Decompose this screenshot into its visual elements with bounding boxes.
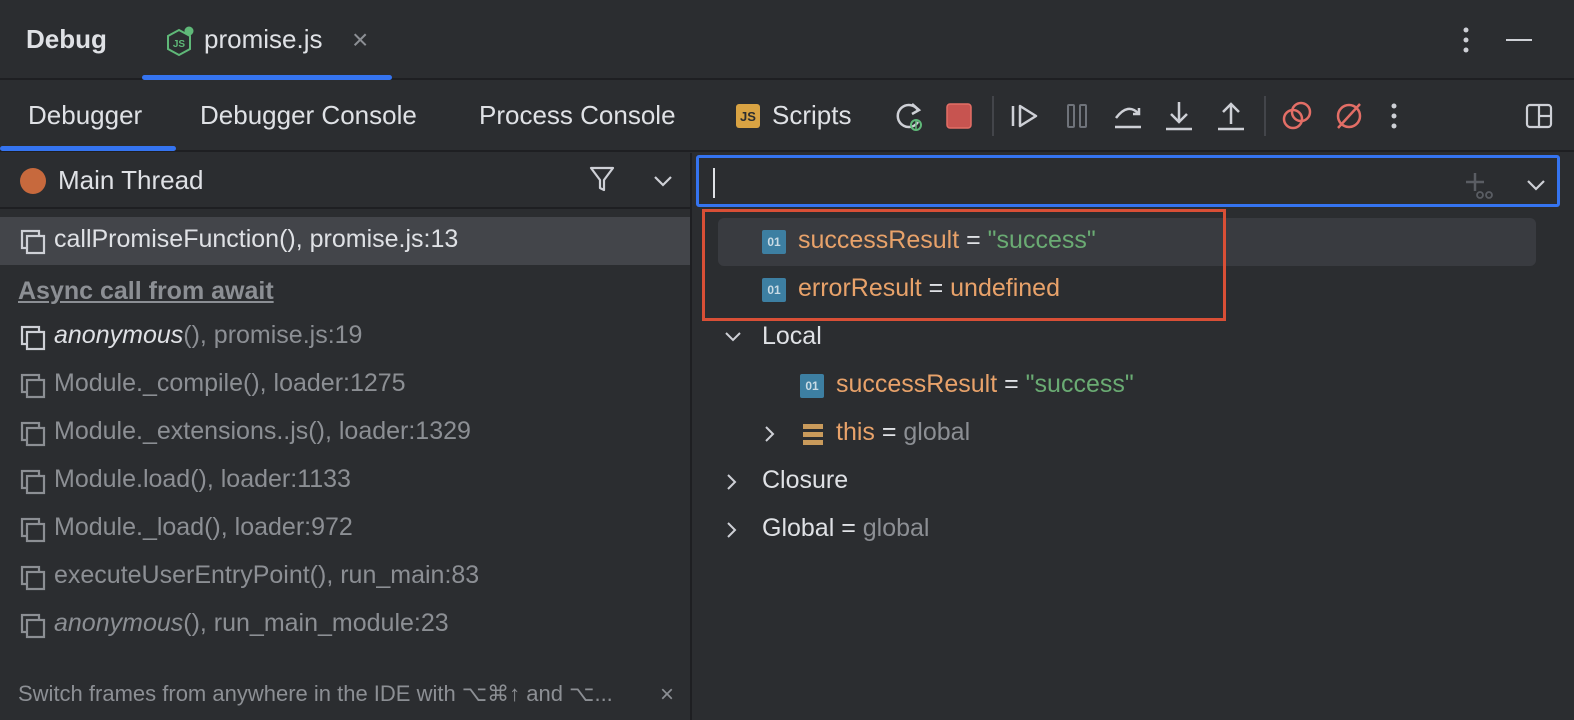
variable-row[interactable]: this = global: [718, 410, 1536, 458]
frame-location: (), promise.js:19: [183, 321, 363, 349]
variable-row[interactable]: 01 successResult = "success": [718, 362, 1536, 410]
frame-function: executeUserEntryPoint(): [54, 561, 327, 589]
object-icon: [803, 424, 823, 445]
tab-debugger[interactable]: Debugger: [28, 100, 142, 131]
frame-function: Module._load(): [54, 513, 221, 541]
stop-icon[interactable]: [942, 98, 976, 134]
frames-hint-text: Switch frames from anywhere in the IDE w…: [18, 681, 613, 706]
text-caret: [713, 168, 715, 198]
frame-icon: [20, 469, 46, 495]
scope-label: Global: [762, 514, 835, 542]
variable-name: successResult: [836, 370, 998, 398]
add-watch-icon[interactable]: [1463, 170, 1493, 200]
frame-function: Module._compile(): [54, 369, 260, 397]
more-options-icon[interactable]: [1456, 22, 1476, 58]
frame-icon: [20, 565, 46, 591]
stack-frame[interactable]: Module._extensions..js(), loader:1329: [0, 409, 690, 457]
resume-icon[interactable]: [1008, 98, 1042, 134]
thread-name: Main Thread: [58, 165, 204, 195]
variable-name: this: [836, 418, 875, 446]
thread-selector[interactable]: Main Thread: [0, 153, 692, 209]
svg-text:JS: JS: [173, 39, 186, 50]
frame-icon: [20, 421, 46, 447]
file-tab-promise-js[interactable]: JS promise.js ×: [142, 0, 392, 80]
equals-sign: =: [997, 370, 1026, 398]
frame-location: (), run_main_module:23: [183, 609, 449, 637]
chevron-right-icon[interactable]: [764, 425, 776, 443]
chevron-right-icon[interactable]: [726, 473, 738, 491]
chevron-down-icon[interactable]: [724, 331, 742, 343]
stack-frame[interactable]: Module.load(), loader:1133: [0, 457, 690, 505]
evaluate-expression-input[interactable]: [696, 155, 1560, 207]
stack-frame[interactable]: anonymous(), promise.js:19: [0, 313, 690, 361]
scope-label: Closure: [762, 466, 849, 494]
step-out-icon[interactable]: [1214, 98, 1248, 134]
frames-panel: Main Thread callPromiseFunction(), promi…: [0, 153, 692, 720]
chevron-down-icon[interactable]: [1525, 178, 1547, 192]
tab-debugger-console[interactable]: Debugger Console: [200, 100, 417, 131]
frame-function: anonymous: [54, 609, 184, 637]
equals-sign: =: [874, 418, 904, 446]
stack-frame[interactable]: Module._compile(), loader:1275: [0, 361, 690, 409]
more-actions-icon[interactable]: [1384, 98, 1404, 134]
close-tab-icon[interactable]: ×: [352, 26, 368, 54]
minimize-icon[interactable]: [1506, 39, 1532, 41]
frame-icon: [20, 373, 46, 399]
frame-location: , run_main:83: [326, 561, 480, 589]
frame-function: callPromiseFunction(): [54, 225, 296, 253]
frame-location: , loader:1329: [324, 417, 471, 445]
tool-window-title: Debug: [26, 24, 107, 54]
frame-icon: [20, 517, 46, 543]
scope-label: Local: [762, 322, 822, 350]
frame-location: , loader:972: [220, 513, 353, 541]
scripts-js-icon: JS: [736, 104, 760, 128]
tool-window-header: Debug JS promise.js ×: [0, 0, 1574, 80]
view-breakpoints-icon[interactable]: [1280, 98, 1314, 134]
toolbar-separator: [992, 96, 994, 136]
frame-icon: [20, 229, 46, 255]
primitive-value-icon: 01: [800, 374, 824, 398]
step-into-icon[interactable]: [1162, 98, 1196, 134]
chevron-down-icon[interactable]: [652, 174, 674, 188]
frame-function: anonymous: [54, 321, 184, 349]
frame-function: Module._extensions..js(): [54, 417, 325, 445]
frame-location: , loader:1133: [206, 465, 351, 493]
highlight-annotation-box: [702, 209, 1226, 321]
thread-status-icon: [20, 168, 46, 194]
tab-process-console[interactable]: Process Console: [479, 100, 676, 131]
frame-icon: [20, 613, 46, 639]
scope-node-local[interactable]: Local: [718, 314, 1536, 362]
frame-icon: [20, 325, 46, 351]
scope-node-closure[interactable]: Closure: [718, 458, 1536, 506]
stack-frame[interactable]: Module._load(), loader:972: [0, 505, 690, 553]
filter-icon[interactable]: [588, 163, 616, 195]
stack-frame[interactable]: executeUserEntryPoint(), run_main:83: [0, 553, 690, 601]
frame-location: , promise.js:13: [295, 225, 459, 253]
variable-value: "success": [1025, 370, 1134, 398]
variable-value: global: [862, 514, 930, 542]
frame-location: , loader:1275: [259, 369, 406, 397]
frame-function: Module.load(): [54, 465, 207, 493]
chevron-right-icon[interactable]: [726, 521, 738, 539]
toolbar-separator: [1264, 96, 1266, 136]
tab-scripts[interactable]: Scripts: [772, 100, 851, 131]
pause-icon[interactable]: [1060, 98, 1094, 134]
equals-sign: =: [834, 514, 863, 542]
layout-settings-icon[interactable]: [1522, 98, 1556, 134]
stack-frame[interactable]: callPromiseFunction(), promise.js:13: [0, 217, 690, 265]
mute-breakpoints-icon[interactable]: [1332, 98, 1366, 134]
nodejs-file-icon: JS: [167, 26, 194, 57]
variable-value: global: [903, 418, 971, 446]
scope-node-global[interactable]: Global = global: [718, 506, 1536, 554]
active-tab-indicator: [0, 146, 176, 151]
async-call-separator[interactable]: Async call from await: [18, 277, 274, 306]
file-tab-label: promise.js: [204, 24, 323, 54]
close-hint-icon[interactable]: ×: [660, 681, 674, 709]
stack-frame[interactable]: anonymous(), run_main_module:23: [0, 601, 690, 649]
rerun-debug-icon[interactable]: [892, 98, 926, 134]
active-tab-indicator: [142, 75, 392, 80]
step-over-icon[interactable]: [1111, 98, 1145, 134]
